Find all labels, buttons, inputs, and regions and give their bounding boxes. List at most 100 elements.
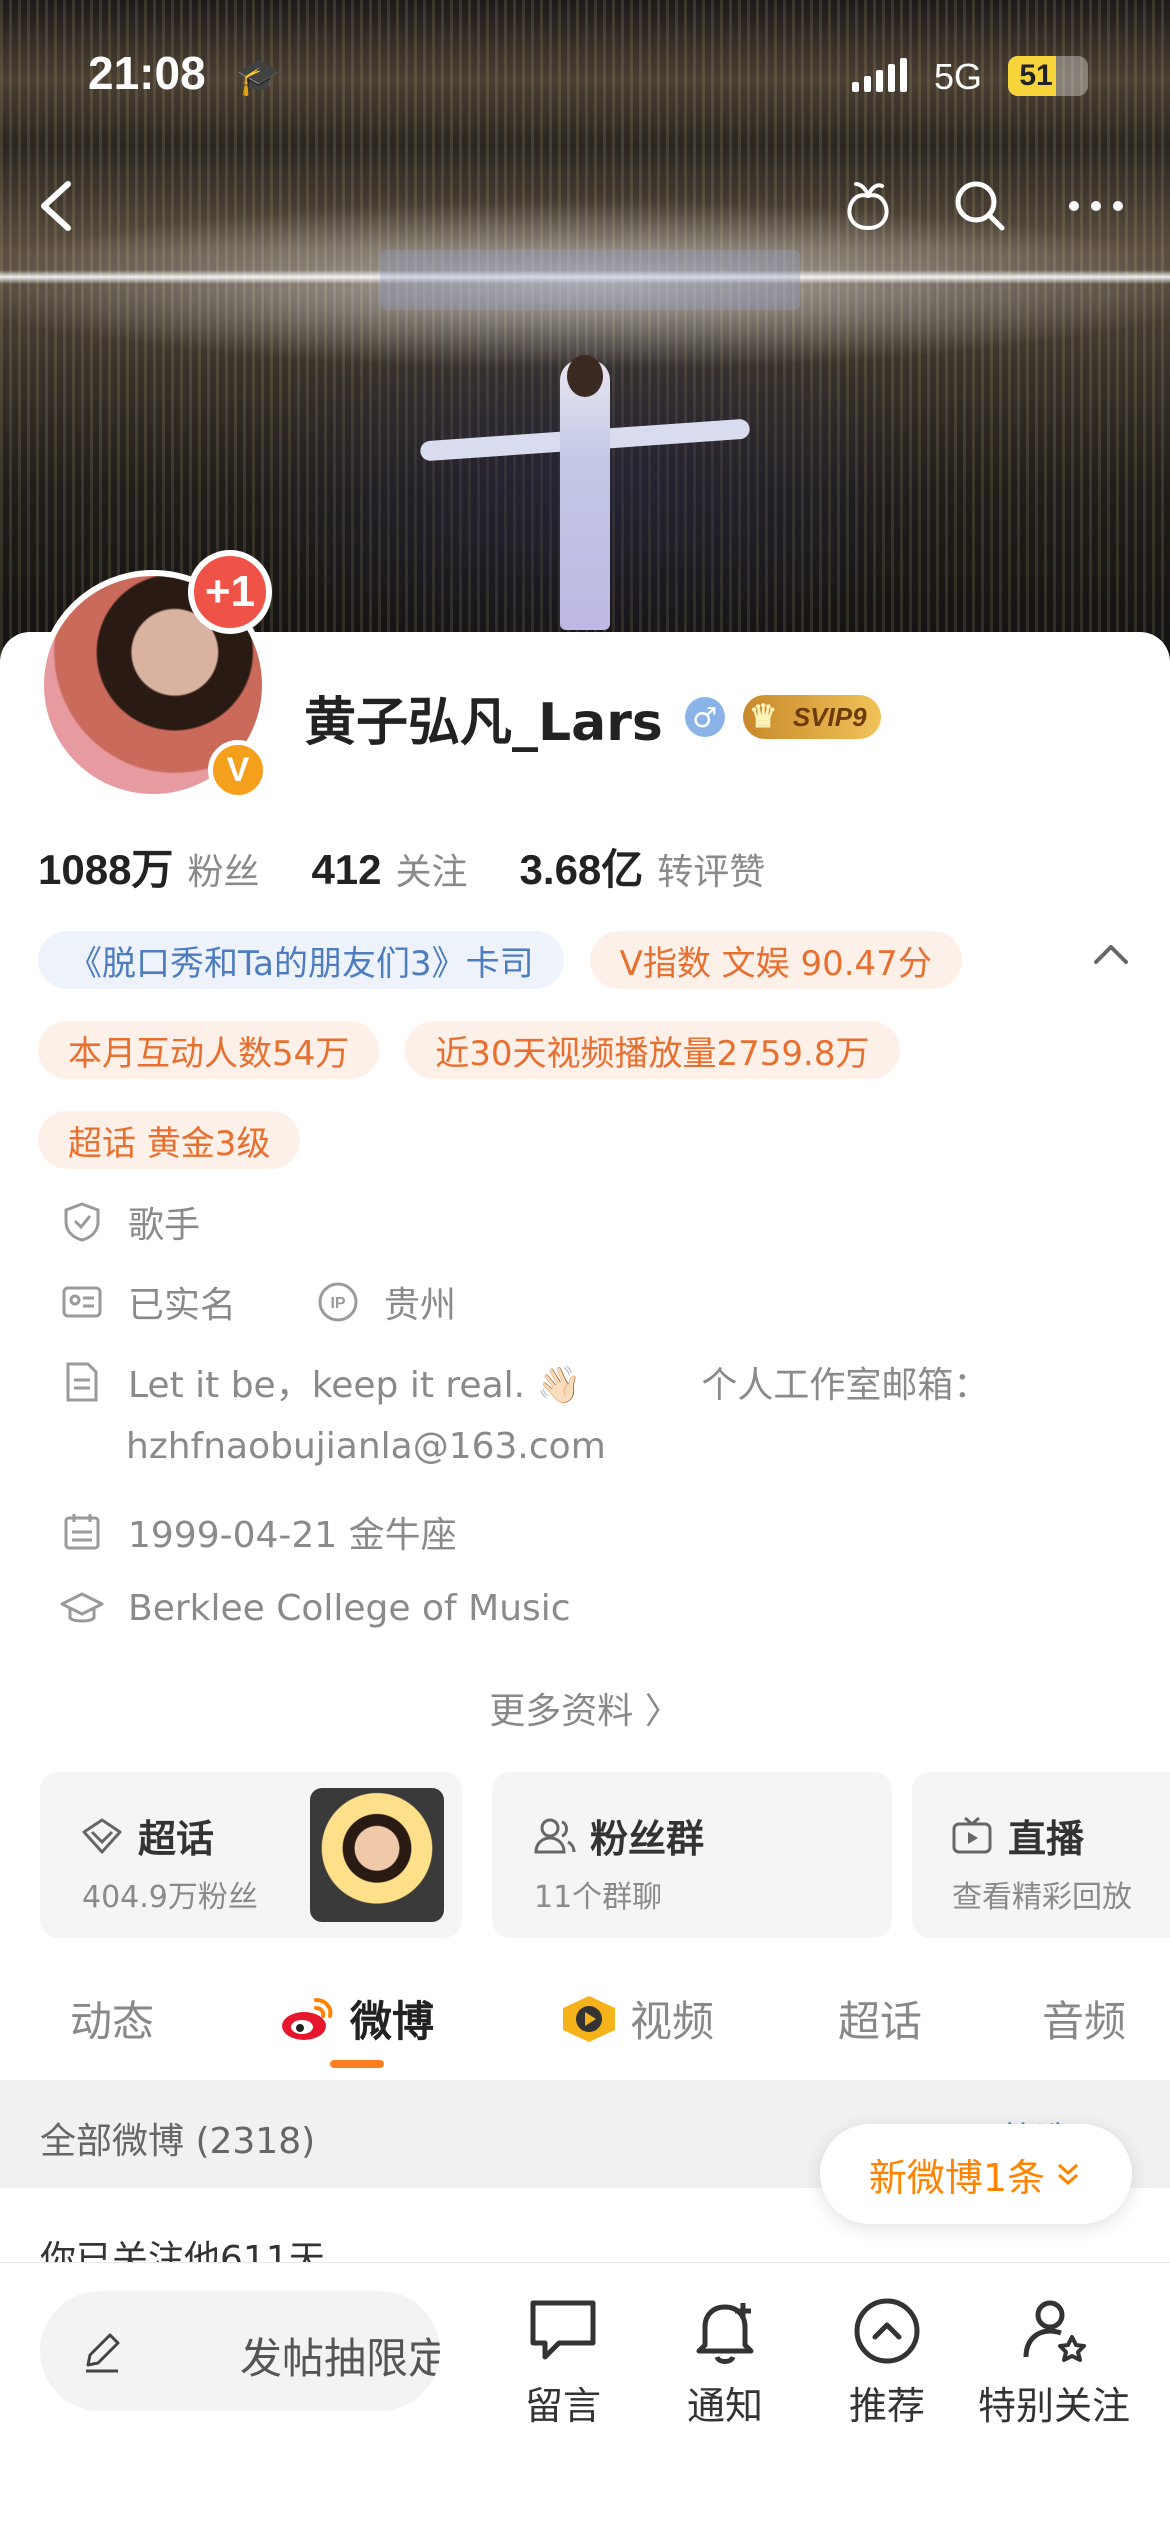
plus-badge[interactable]: +1 bbox=[188, 550, 272, 634]
tab-weibo-label: 微博 bbox=[350, 1997, 435, 2046]
chips-row-1: 《脱口秀和Ta的朋友们3》卡司 V指数 文娱 90.47分 bbox=[38, 931, 1128, 989]
chip-video-plays[interactable]: 近30天视频播放量2759.8万 bbox=[405, 1021, 900, 1079]
info-identity: 已实名 IP 贵州 bbox=[60, 1276, 456, 1328]
chevron-up-icon[interactable] bbox=[1090, 938, 1132, 968]
notification-button[interactable]: 通知 bbox=[650, 2291, 800, 2430]
crown-icon: ♛ bbox=[748, 698, 778, 734]
message-button[interactable]: 留言 bbox=[488, 2291, 638, 2430]
profile-tabs: 动态 微博 视频 超话 音频 bbox=[0, 1980, 1170, 2060]
chip-supertopic-level[interactable]: 超话 黄金3级 bbox=[38, 1111, 301, 1169]
pen-icon bbox=[86, 2333, 120, 2373]
card-supertopic[interactable]: 超话 404.9万粉丝 bbox=[40, 1772, 462, 1938]
status-time: 21:08 bbox=[88, 47, 206, 99]
profile-stats: 1088万 粉丝 412 关注 3.68亿 转评赞 bbox=[38, 836, 817, 897]
card-title: 超话 bbox=[138, 1817, 215, 1861]
shield-icon bbox=[64, 1202, 100, 1242]
occupation-text: 歌手 bbox=[128, 1205, 201, 1246]
all-posts-count[interactable]: 全部微博 (2318) bbox=[40, 2112, 315, 2164]
more-options-icon[interactable] bbox=[1060, 176, 1132, 236]
bottom-bar: 发帖抽限定 留言 通知 推荐 特别关注 bbox=[0, 2262, 1170, 2532]
status-bar: 21:08 🎓 5G 51 bbox=[0, 46, 1170, 106]
chevron-up-circle-icon bbox=[854, 2298, 920, 2364]
special-follow-button[interactable]: 特别关注 bbox=[974, 2291, 1134, 2430]
cover-stage bbox=[380, 250, 800, 310]
feature-cards: 超话 404.9万粉丝 粉丝群 11个群聊 直播 查看精彩回放 bbox=[40, 1772, 1170, 1938]
cover-performer-head bbox=[567, 355, 603, 397]
tab-audio[interactable]: 音频 bbox=[1042, 1988, 1126, 2049]
supertopic-thumbnail bbox=[310, 1788, 444, 1922]
top-nav bbox=[0, 170, 1170, 240]
graduation-cap-icon bbox=[60, 1592, 104, 1623]
tab-video-label: 视频 bbox=[630, 1997, 715, 2046]
avatar-container[interactable]: +1 V bbox=[38, 550, 272, 800]
tab-video[interactable]: 视频 bbox=[560, 1988, 714, 2049]
card-fan-group[interactable]: 粉丝群 11个群聊 bbox=[492, 1772, 892, 1938]
chip-v-index[interactable]: V指数 文娱 90.47分 bbox=[589, 931, 962, 989]
new-posts-pill[interactable]: 新微博1条 bbox=[820, 2124, 1132, 2224]
card-title: 粉丝群 bbox=[590, 1817, 705, 1861]
tab-supertopic[interactable]: 超话 bbox=[838, 1988, 922, 2049]
ip-location-text: 贵州 bbox=[384, 1285, 457, 1326]
stat-followers[interactable]: 1088万 粉丝 bbox=[38, 836, 259, 897]
tab-activity[interactable]: 动态 bbox=[70, 1988, 154, 2049]
id-card-icon bbox=[62, 1286, 102, 1318]
peach-gift-icon[interactable] bbox=[838, 176, 898, 236]
card-subtitle: 404.9万粉丝 bbox=[82, 1880, 258, 1915]
stat-following[interactable]: 412 关注 bbox=[311, 843, 467, 895]
video-play-icon bbox=[563, 1995, 615, 2042]
info-birthday: 1999-04-21 金牛座 bbox=[60, 1506, 457, 1558]
chip-cast[interactable]: 《脱口秀和Ta的朋友们3》卡司 bbox=[38, 931, 564, 989]
message-label: 留言 bbox=[524, 2384, 601, 2428]
calendar-icon bbox=[64, 1514, 100, 1550]
recommend-button[interactable]: 推荐 bbox=[812, 2291, 962, 2430]
network-type: 5G bbox=[934, 56, 983, 97]
group-icon bbox=[534, 1818, 576, 1853]
active-tab-indicator bbox=[330, 2060, 384, 2068]
info-school: Berklee College of Music bbox=[60, 1586, 571, 1630]
name-row: 黄子弘凡_Lars ♂ ♛ SVIP9 bbox=[304, 682, 881, 753]
info-bio: Let it be，keep it real. 👋🏻 个人工作室邮箱： bbox=[60, 1356, 989, 1408]
cover-performer bbox=[560, 360, 610, 630]
user-star-icon bbox=[1023, 2300, 1086, 2362]
verified-badge-icon: V bbox=[208, 740, 268, 800]
chips-row-2: 本月互动人数54万 近30天视频播放量2759.8万 bbox=[38, 1021, 1128, 1079]
info-occupation: 歌手 bbox=[60, 1196, 200, 1248]
double-chevron-down-icon bbox=[1058, 2163, 1079, 2186]
document-icon bbox=[66, 1362, 98, 1402]
battery-icon: 51 bbox=[1008, 56, 1088, 96]
male-gender-icon: ♂ bbox=[684, 697, 725, 737]
recommend-label: 推荐 bbox=[848, 2384, 925, 2428]
school-text: Berklee College of Music bbox=[128, 1587, 571, 1629]
compose-button[interactable]: 发帖抽限定 bbox=[40, 2291, 440, 2411]
stat-engagement[interactable]: 3.68亿 转评赞 bbox=[520, 836, 766, 897]
svg-text:IP: IP bbox=[330, 1295, 345, 1312]
weibo-logo-icon bbox=[282, 1997, 333, 2040]
birthday-text: 1999-04-21 金牛座 bbox=[128, 1515, 457, 1556]
compose-text: 发帖抽限定 bbox=[240, 2334, 440, 2383]
bio-text: Let it be，keep it real. 👋🏻 bbox=[128, 1365, 582, 1406]
card-title: 直播 bbox=[1008, 1817, 1085, 1861]
notification-label: 通知 bbox=[686, 2384, 763, 2428]
more-info-link[interactable]: 更多资料 〉 bbox=[0, 1682, 1170, 1734]
special-follow-label: 特别关注 bbox=[977, 2384, 1130, 2428]
profile-name: 黄子弘凡_Lars bbox=[304, 692, 663, 753]
svip-badge[interactable]: ♛ SVIP9 bbox=[742, 695, 881, 739]
chips-row-3: 超话 黄金3级 bbox=[38, 1111, 1128, 1169]
back-arrow-icon[interactable] bbox=[32, 178, 88, 234]
battery-level: 51 bbox=[1019, 59, 1053, 92]
verified-text: 已实名 bbox=[128, 1285, 237, 1326]
ip-location-icon: IP bbox=[318, 1282, 358, 1322]
card-subtitle: 11个群聊 bbox=[534, 1880, 663, 1915]
tv-play-icon bbox=[952, 1816, 992, 1853]
card-live[interactable]: 直播 查看精彩回放 bbox=[912, 1772, 1170, 1938]
bio-extra-text: 个人工作室邮箱： bbox=[701, 1365, 990, 1406]
card-subtitle: 查看精彩回放 bbox=[952, 1880, 1132, 1915]
search-icon[interactable] bbox=[950, 176, 1010, 236]
email-text: hzhfnaobujianla@163.com bbox=[126, 1426, 606, 1467]
new-posts-text: 新微博1条 bbox=[868, 2155, 1046, 2200]
bell-plus-icon bbox=[696, 2303, 754, 2364]
signal-icon bbox=[852, 58, 907, 92]
tab-weibo[interactable]: 微博 bbox=[278, 1988, 434, 2049]
chip-monthly-interaction[interactable]: 本月互动人数54万 bbox=[38, 1021, 380, 1079]
info-email: hzhfnaobujianla@163.com bbox=[126, 1426, 606, 1467]
